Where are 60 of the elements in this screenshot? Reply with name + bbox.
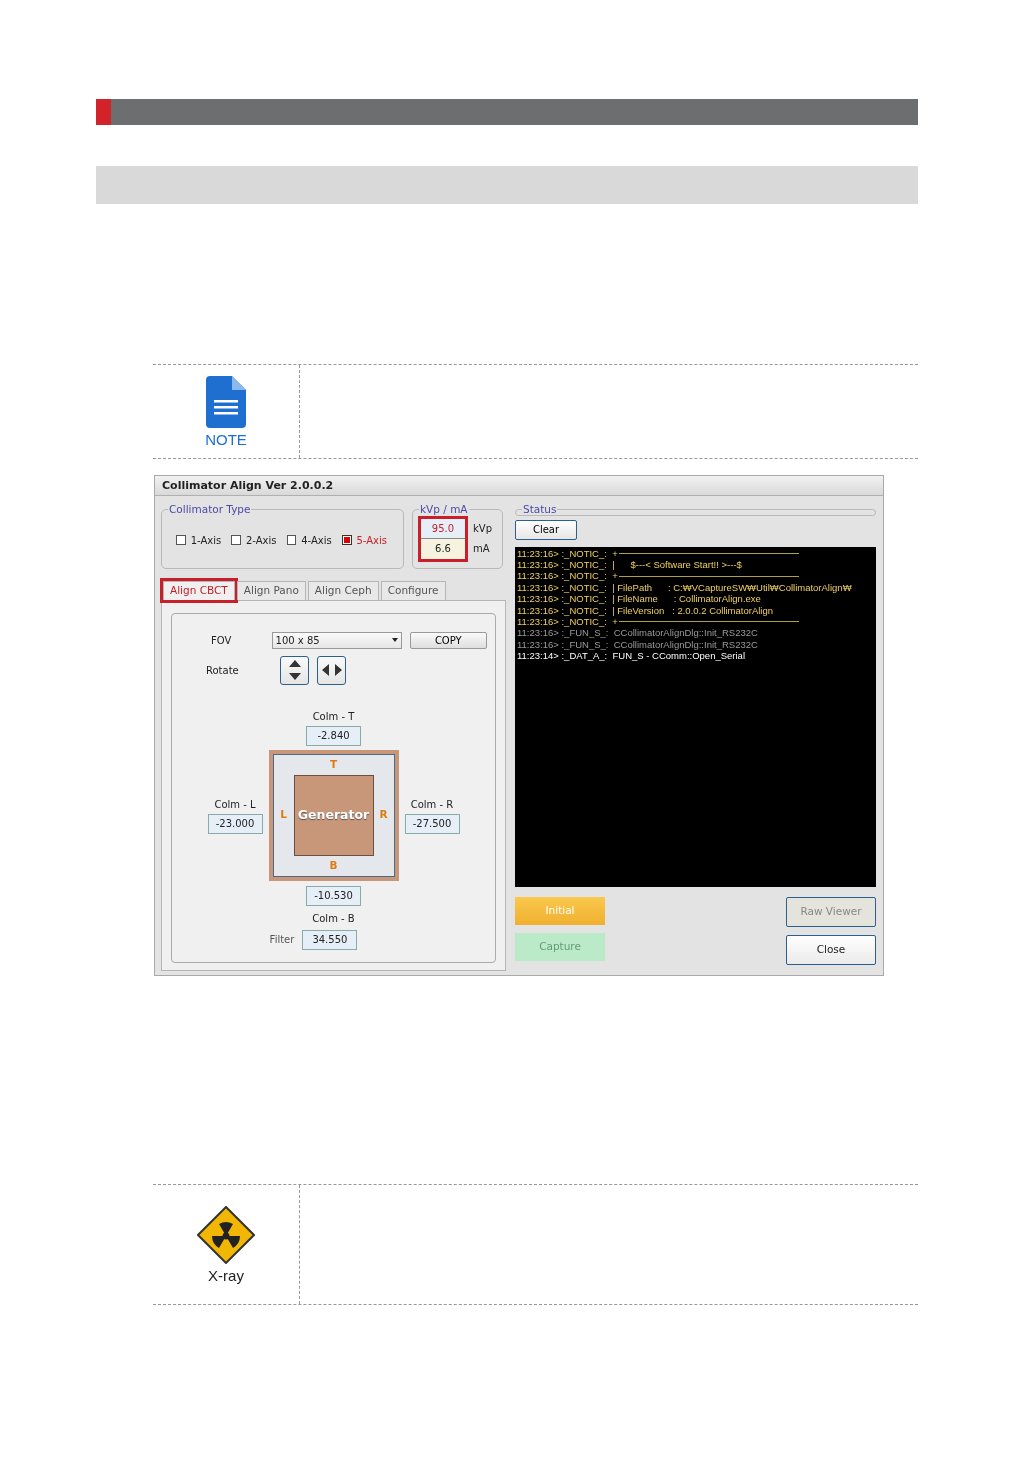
group-title: Status bbox=[522, 504, 558, 515]
log-line: 11:23:16> :_NOTIC_: | FileVersion : 2.0.0.2 CollimatorAlign bbox=[517, 604, 774, 616]
log-line: 11:23:16> :_FUN_S_: CCollimatorAlignDlg::Init_RS232C bbox=[517, 638, 759, 651]
field-label: Colm - L bbox=[214, 797, 256, 812]
blade-label: T bbox=[328, 756, 339, 772]
log-line: 11:23:16> :_FUN_S_: CCollimatorAlignDlg::Init_RS232C bbox=[517, 627, 759, 639]
field-label: Colm - R bbox=[410, 797, 454, 812]
checkbox[interactable] bbox=[176, 535, 186, 545]
value-field[interactable]: -27.500 bbox=[404, 813, 460, 834]
field-label: Rotate bbox=[205, 663, 240, 678]
tab[interactable]: Align Ceph bbox=[307, 581, 379, 600]
checkbox-label: 1-Axis bbox=[190, 533, 222, 548]
checkbox[interactable] bbox=[341, 535, 352, 545]
log-line: 11:23:16> :_NOTIC_: + bbox=[517, 615, 874, 628]
caret-icon bbox=[391, 638, 398, 643]
action-button[interactable]: Close bbox=[786, 934, 876, 965]
group-title: Collimator Type bbox=[168, 504, 252, 515]
xray-label: X-ray bbox=[208, 1268, 244, 1283]
log-line: 11:23:16> :_NOTIC_: | FilePath : C:₩VCaptureSW₩Util₩CollimatorAlign₩ bbox=[517, 581, 853, 594]
tab[interactable]: Align Pano bbox=[236, 581, 306, 600]
document-icon bbox=[206, 376, 246, 428]
up-down-arrows-icon bbox=[287, 660, 302, 681]
rotate-horizontal-button[interactable] bbox=[317, 655, 346, 685]
unit-label: mA bbox=[473, 541, 491, 556]
checkbox[interactable] bbox=[231, 535, 241, 545]
checkbox[interactable] bbox=[286, 535, 297, 545]
checkbox-label: 4-Axis bbox=[301, 533, 332, 548]
field-label: Colm - T bbox=[312, 709, 355, 724]
blade-label: B bbox=[328, 857, 339, 873]
ma-field[interactable]: 6.6 bbox=[421, 538, 465, 559]
log-line: 11:23:16> :_NOTIC_: | $---< Software Start!! >---$ bbox=[517, 558, 743, 571]
left-right-arrows-icon bbox=[321, 663, 342, 678]
field-label: Colm - B bbox=[312, 911, 355, 926]
kvp-field[interactable]: 95.0 bbox=[421, 518, 465, 539]
blade-label: L bbox=[279, 807, 288, 823]
rotate-vertical-button[interactable] bbox=[280, 655, 309, 685]
copy-button[interactable]: COPY bbox=[409, 631, 487, 649]
log-line: 11:23:16> :_NOTIC_: | FileName : CollimatorAlign.exe bbox=[517, 593, 762, 605]
fov-dropdown[interactable]: 100 x 85 bbox=[271, 631, 402, 649]
tab[interactable]: Align CBCT bbox=[163, 581, 235, 600]
generator-block: Generator bbox=[293, 774, 374, 856]
checkbox-label: 5-Axis bbox=[356, 533, 387, 548]
radiation-warning-icon bbox=[197, 1206, 255, 1264]
note-label: NOTE bbox=[205, 432, 247, 447]
tab[interactable]: Configure bbox=[380, 581, 446, 600]
value-field[interactable]: -2.840 bbox=[306, 725, 361, 746]
window-title: Collimator Align Ver 2.0.0.2 bbox=[155, 476, 883, 496]
log-line: 11:23:16> :_NOTIC_: + bbox=[517, 570, 874, 582]
group-title: kVp / mA bbox=[419, 504, 469, 515]
log-line: 11:23:16> :_NOTIC_: + bbox=[517, 547, 874, 559]
field-label: Filter bbox=[269, 933, 295, 948]
blade-label: R bbox=[378, 807, 389, 823]
value-field[interactable]: -10.530 bbox=[306, 885, 361, 906]
clear-button[interactable]: Clear bbox=[515, 519, 577, 540]
value-field[interactable]: 34.550 bbox=[302, 929, 358, 950]
value-field[interactable]: -23.000 bbox=[207, 813, 263, 834]
field-label: FOV bbox=[210, 633, 233, 648]
log-line: 11:23:14> :_DAT_A_: FUN_S - CComm::Open_Serial bbox=[517, 650, 746, 662]
checkbox-label: 2-Axis bbox=[246, 533, 277, 548]
unit-label: kVp bbox=[473, 521, 492, 536]
